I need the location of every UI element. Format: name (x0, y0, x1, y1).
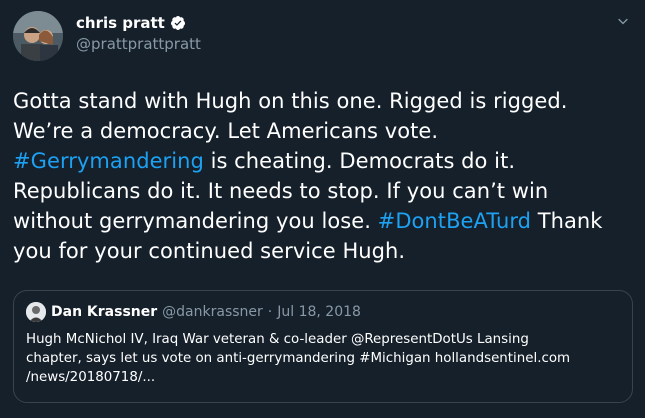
tweet-card: chris pratt @prattprattpratt Gotta stand… (0, 0, 645, 418)
tweet-text: Gotta stand with Hugh on this one. Rigge… (13, 86, 633, 266)
quoted-tweet[interactable]: Dan Krassner @dankrassner · Jul 18, 2018… (13, 290, 633, 403)
quoted-author-handle: @dankrassner (162, 304, 263, 320)
verified-badge-icon (170, 16, 185, 30)
quoted-tweet-text: Hugh McNichol IV, Iraq War veteran & co-… (26, 332, 571, 385)
chevron-down-icon[interactable] (615, 14, 631, 30)
quoted-tweet-header: Dan Krassner @dankrassner · Jul 18, 2018 (26, 302, 620, 322)
author-block: chris pratt @prattprattpratt (76, 14, 201, 53)
name-row: chris pratt (76, 14, 201, 32)
author-avatar[interactable] (13, 11, 63, 61)
quoted-author-name: Dan Krassner (51, 304, 158, 320)
author-display-name[interactable]: chris pratt (76, 14, 165, 32)
tweet-text-part-1: Gotta stand with Hugh on this one. Rigge… (13, 89, 568, 143)
quoted-author-avatar (26, 302, 46, 322)
author-handle[interactable]: @prattprattpratt (76, 35, 201, 53)
quoted-separator: · (267, 304, 273, 320)
quoted-date: Jul 18, 2018 (277, 304, 361, 320)
avatar-photo (13, 11, 63, 61)
hashtag-gerrymandering[interactable]: #Gerrymandering (13, 149, 204, 173)
quoted-avatar-photo (26, 302, 46, 322)
hashtag-dontbeaturd[interactable]: #DontBeATurd (378, 209, 531, 233)
